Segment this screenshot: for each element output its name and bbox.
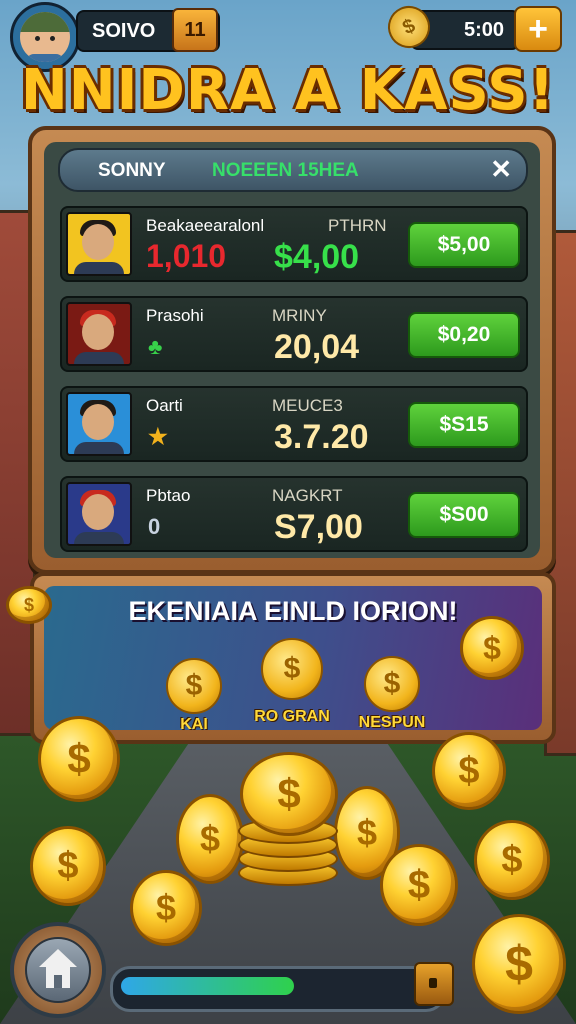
dollar-coin-icon: $ xyxy=(472,914,566,1014)
row-amount: 20,04 xyxy=(274,328,360,366)
row-sub-label: NAGKRT xyxy=(272,486,343,505)
row-sub-label: PTHRN xyxy=(328,216,387,235)
dollar-coin-icon: $ xyxy=(460,616,524,680)
dollar-coin-icon: $ xyxy=(432,732,506,810)
row-avatar-icon xyxy=(66,392,132,456)
avatar-face-icon xyxy=(20,12,70,62)
row-player-name: Pbtao xyxy=(146,486,191,505)
dollar-coin-icon: $ xyxy=(6,586,52,624)
game-title: NNIDRA A KASS! xyxy=(20,58,556,123)
close-icon[interactable]: ✕ xyxy=(490,154,512,185)
level-badge: 11 xyxy=(172,8,218,52)
row-player-name: Prasohi xyxy=(146,306,204,325)
player-row: Oarti MEUCE3 ★ 3.7.20 $S15 xyxy=(60,386,528,462)
player-row: Beakaeearalonl PTHRN 1,010 $4,00 $5,00 xyxy=(60,206,528,282)
coin-bag-icon: $ xyxy=(364,656,420,712)
dollar-coin-icon: $ xyxy=(166,658,222,714)
row-amount: $4,00 xyxy=(274,238,360,276)
header-tab-left[interactable]: SONNY xyxy=(98,160,166,182)
dollar-coin-icon: $ xyxy=(261,638,323,700)
home-button[interactable] xyxy=(10,922,106,1018)
player-row: Pbtao NAGKRT 0 S7,00 $S00 xyxy=(60,476,528,552)
dollar-coin-icon: $ xyxy=(474,820,550,900)
row-claim-button[interactable]: $S15 xyxy=(408,402,520,448)
row-player-name: Beakaeearalonl xyxy=(146,216,265,235)
row-claim-button[interactable]: $S00 xyxy=(408,492,520,538)
dollar-coin-icon: $ xyxy=(130,870,202,946)
dollar-coin-icon: $ xyxy=(176,794,244,884)
player-name: SOIVO xyxy=(92,20,156,42)
row-sub-label: MRINY xyxy=(272,306,327,325)
row-sub-label: MEUCE3 xyxy=(272,396,343,415)
leaderboard-panel: SONNY NOEEEN 15HEA ✕ Beakaeearalonl PTHR… xyxy=(28,126,556,574)
row-avatar-icon xyxy=(66,302,132,366)
player-row: Prasohi MRINY ♣ 20,04 $0,20 xyxy=(60,296,528,372)
row-claim-button[interactable]: $0,20 xyxy=(408,312,520,358)
progress-fill xyxy=(121,977,294,995)
row-amount: S7,00 xyxy=(274,508,363,546)
dollar-coin-icon: $ xyxy=(38,716,120,802)
bonus-item-label: NESPUN xyxy=(358,714,426,731)
row-avatar-icon xyxy=(66,482,132,546)
row-player-name: Oarti xyxy=(146,396,183,415)
panel-header: SONNY NOEEEN 15HEA ✕ xyxy=(58,148,528,192)
coin-balance: 5:00 xyxy=(463,19,504,41)
header-tab-mid[interactable]: NOEEEN 15HEA xyxy=(212,160,359,182)
treasure-chest-icon[interactable] xyxy=(414,962,454,1006)
row-avatar-icon xyxy=(66,212,132,276)
dollar-coin-icon: $ xyxy=(380,844,458,926)
row-amount: 3.7.20 xyxy=(274,418,369,456)
home-icon xyxy=(25,937,91,1003)
add-coins-button[interactable]: + xyxy=(514,6,562,52)
zero-icon: 0 xyxy=(148,514,161,539)
dollar-coin-icon: $ xyxy=(30,826,106,906)
row-left-value: 1,010 xyxy=(146,238,227,274)
bonus-item[interactable]: $ NESPUN xyxy=(332,656,452,732)
row-claim-button[interactable]: $5,00 xyxy=(408,222,520,268)
club-icon: ♣ xyxy=(148,334,163,359)
progress-bar xyxy=(110,966,446,1012)
star-icon: ★ xyxy=(148,424,168,449)
dollar-coin-icon: $ xyxy=(240,752,338,836)
